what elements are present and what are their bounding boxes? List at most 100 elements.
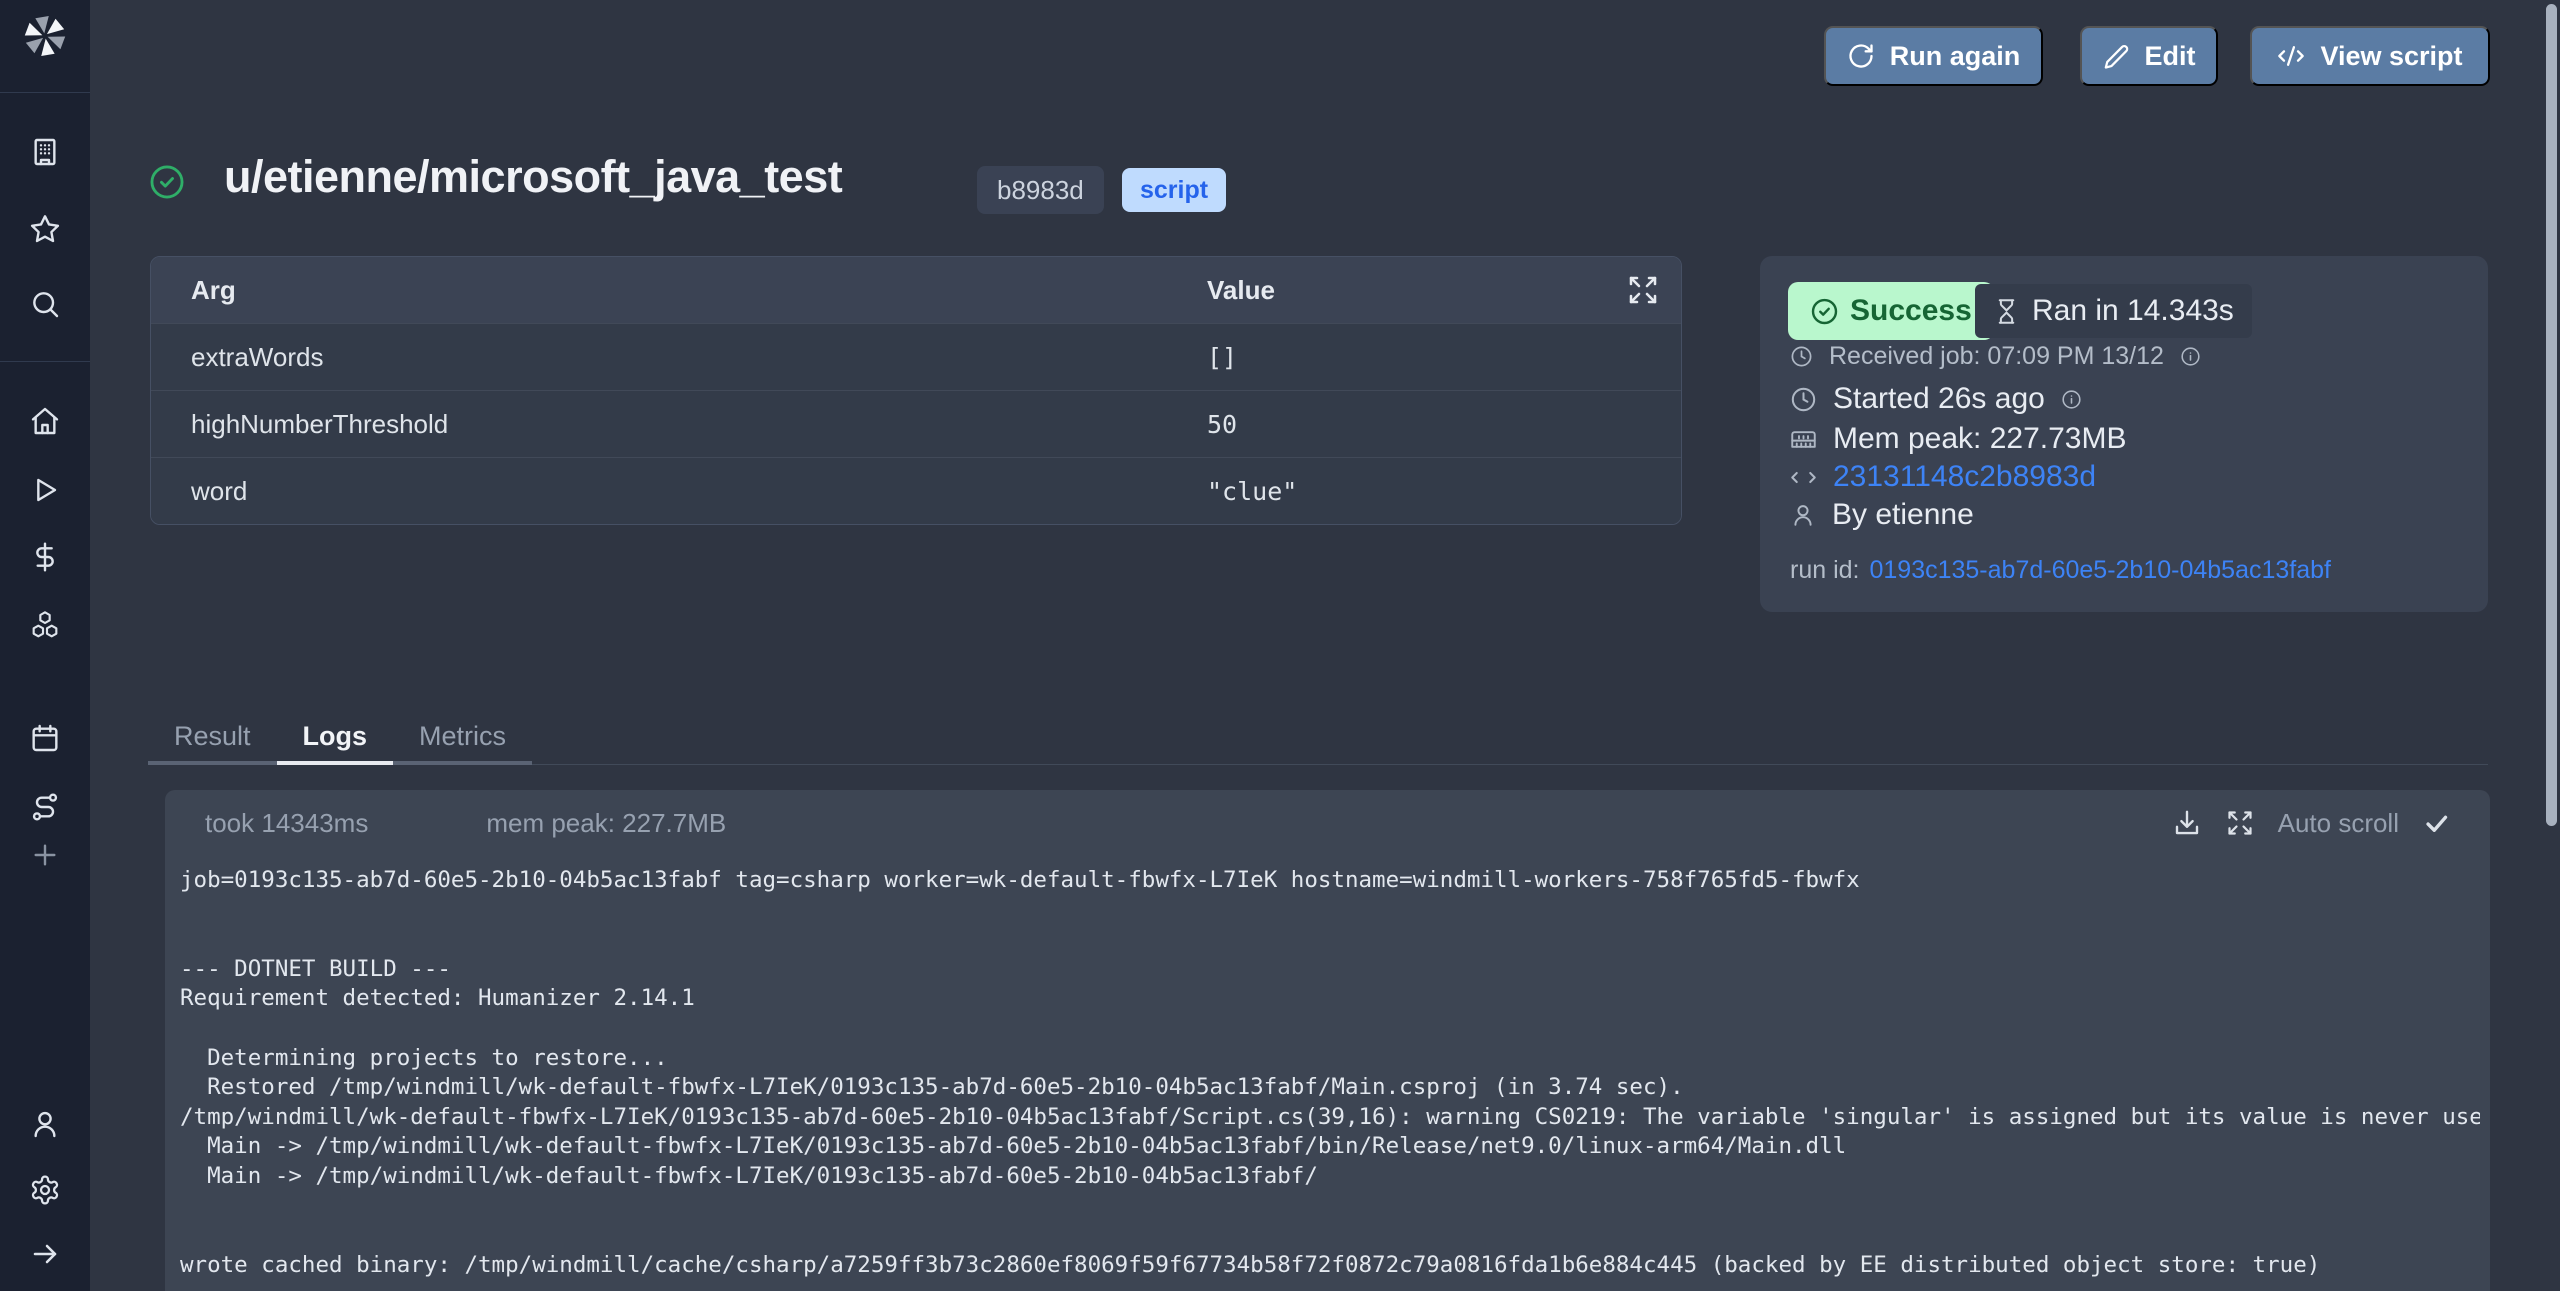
code-icon [1790, 464, 1817, 491]
status-panel: Success Ran in 14.343s Received job: 07:… [1760, 256, 2488, 612]
plus-icon[interactable] [29, 839, 61, 871]
received-row: Received job: 07:09 PM 13/12 [1790, 342, 2201, 371]
log-line: --- DOTNET BUILD --- [180, 955, 2480, 985]
home-icon[interactable] [29, 405, 61, 437]
sidebar-divider [0, 92, 90, 93]
memory-icon [1790, 426, 1817, 453]
log-line [180, 1192, 2480, 1222]
took-label: took 14343ms [205, 808, 368, 839]
clock-icon [1790, 345, 1813, 368]
table-row: extraWords [] [151, 323, 1681, 390]
download-icon[interactable] [2172, 808, 2202, 838]
log-line: wrote cached binary: /tmp/windmill/cache… [180, 1251, 2480, 1281]
arg-value: "clue" [1207, 477, 1297, 506]
boxes-icon[interactable] [29, 609, 61, 641]
check-icon[interactable] [2423, 810, 2450, 837]
check-circle-icon [1810, 297, 1839, 326]
pencil-icon [2103, 43, 2130, 70]
page-title: u/etienne/microsoft_java_test [224, 151, 842, 203]
log-line: Restored /tmp/windmill/wk-default-fbwfx-… [180, 1073, 2480, 1103]
hourglass-icon [1993, 298, 2020, 325]
info-icon[interactable] [2061, 389, 2082, 410]
arg-value: [] [1207, 343, 1237, 372]
received-label: Received job: 07:09 PM 13/12 [1829, 342, 2164, 371]
search-icon[interactable] [29, 288, 61, 320]
script-hash-badge[interactable]: b8983d [977, 166, 1104, 214]
tab-metrics[interactable]: Metrics [393, 712, 532, 765]
buildings-icon[interactable] [29, 136, 61, 168]
author-row: By etienne [1790, 498, 1974, 532]
sidebar-divider [0, 361, 90, 362]
ran-in-label: Ran in 14.343s [2032, 294, 2234, 328]
started-label: Started 26s ago [1833, 382, 2045, 416]
star-icon[interactable] [29, 213, 61, 245]
duration-chip: Ran in 14.343s [1975, 284, 2252, 338]
arg-value: 50 [1207, 410, 1237, 439]
gear-icon[interactable] [29, 1174, 61, 1206]
args-table: Arg Value extraWords [] highNumberThresh… [150, 256, 1682, 525]
log-panel: took 14343ms mem peak: 227.7MB Auto scro… [165, 790, 2490, 1291]
info-icon[interactable] [2180, 346, 2201, 367]
log-line: /tmp/windmill/wk-default-fbwfx-L7IeK/019… [180, 1103, 2480, 1133]
log-line: job=0193c135-ab7d-60e5-2b10-04b5ac13fabf… [180, 866, 2480, 896]
expand-table-icon[interactable] [1627, 274, 1659, 306]
run-again-button[interactable]: Run again [1824, 26, 2043, 86]
log-line [180, 1014, 2480, 1044]
expand-log-icon[interactable] [2226, 809, 2254, 837]
job-run-page: Run again Edit View script u/etienne/mic… [0, 0, 2560, 1291]
auto-scroll-label[interactable]: Auto scroll [2278, 808, 2399, 839]
status-badge: Success [1788, 282, 1994, 340]
run-id-link[interactable]: 0193c135-ab7d-60e5-2b10-04b5ac13fabf [1869, 556, 2331, 585]
calendar-icon[interactable] [29, 722, 61, 754]
user-icon[interactable] [29, 1108, 61, 1140]
run-id-label: run id: [1790, 556, 1859, 585]
arrow-right-icon[interactable] [29, 1238, 61, 1270]
play-icon[interactable] [29, 474, 61, 506]
clock-icon [1790, 386, 1817, 413]
log-tools: Auto scroll [2172, 808, 2450, 839]
mem-peak-label: Mem peak: 227.73MB [1833, 422, 2126, 456]
result-tabs: Result Logs Metrics [148, 712, 2488, 765]
page-scrollbar-thumb[interactable] [2546, 4, 2557, 826]
author-label: By etienne [1832, 498, 1974, 532]
tab-logs[interactable]: Logs [277, 712, 394, 765]
log-output: job=0193c135-ab7d-60e5-2b10-04b5ac13fabf… [180, 866, 2480, 1280]
started-row: Started 26s ago [1790, 382, 2082, 416]
route-icon[interactable] [29, 791, 61, 823]
script-hash-row: 23131148c2b8983d [1790, 460, 2096, 494]
windmill-logo-icon[interactable] [22, 13, 68, 59]
run-id-row: run id: 0193c135-ab7d-60e5-2b10-04b5ac13… [1790, 556, 2331, 585]
arg-name: extraWords [151, 342, 1207, 373]
view-script-label: View script [2320, 41, 2462, 72]
table-row: highNumberThreshold 50 [151, 390, 1681, 457]
mem-peak-row: Mem peak: 227.73MB [1790, 422, 2126, 456]
code-icon [2277, 42, 2305, 70]
log-line: Determining projects to restore... [180, 1044, 2480, 1074]
col-arg: Arg [151, 275, 1207, 306]
log-line: Requirement detected: Humanizer 2.14.1 [180, 984, 2480, 1014]
edit-label: Edit [2145, 41, 2196, 72]
user-icon [1790, 502, 1816, 528]
log-mem-peak-label: mem peak: 227.7MB [486, 808, 726, 839]
log-line: Main -> /tmp/windmill/wk-default-fbwfx-L… [180, 1162, 2480, 1192]
log-line: Main -> /tmp/windmill/wk-default-fbwfx-L… [180, 1132, 2480, 1162]
run-again-label: Run again [1890, 41, 2021, 72]
col-value: Value [1207, 275, 1275, 306]
log-line [180, 896, 2480, 926]
view-script-button[interactable]: View script [2250, 26, 2490, 86]
log-line [180, 925, 2480, 955]
args-table-header: Arg Value [151, 257, 1681, 323]
arg-name: highNumberThreshold [151, 409, 1207, 440]
script-type-badge: script [1122, 168, 1226, 212]
refresh-icon [1847, 42, 1875, 70]
sidebar [0, 0, 90, 1291]
dollar-icon[interactable] [29, 541, 61, 573]
table-row: word "clue" [151, 457, 1681, 524]
log-line [180, 1221, 2480, 1251]
edit-button[interactable]: Edit [2080, 26, 2218, 86]
arg-name: word [151, 476, 1207, 507]
tab-result[interactable]: Result [148, 712, 277, 765]
script-hash-link[interactable]: 23131148c2b8983d [1833, 460, 2096, 494]
log-header: took 14343ms mem peak: 227.7MB Auto scro… [165, 790, 2490, 856]
status-label: Success [1850, 294, 1972, 328]
